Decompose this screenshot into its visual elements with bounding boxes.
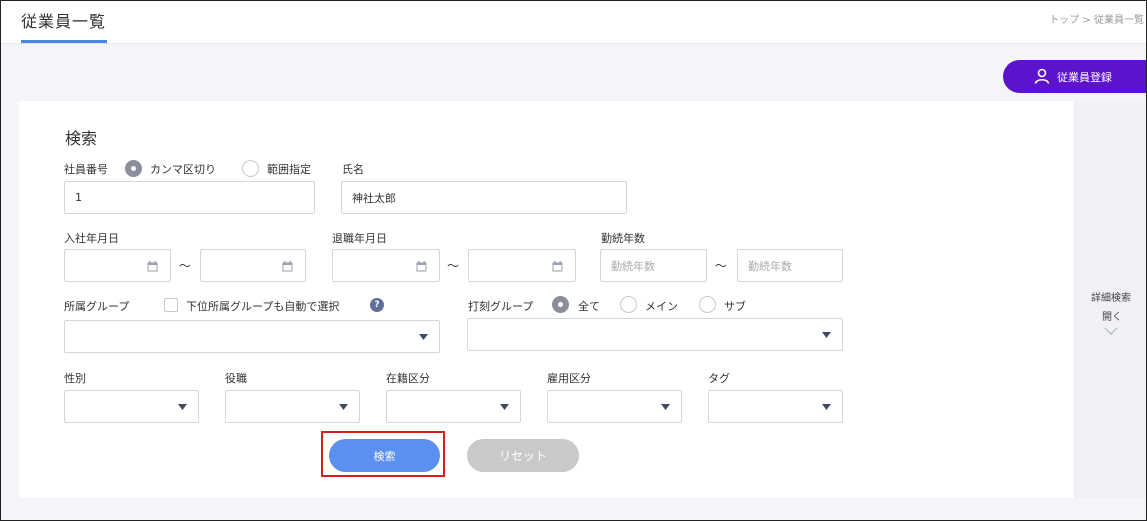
dropdown-arrow-icon xyxy=(166,391,198,422)
join-date-label: 入社年月日 xyxy=(64,232,119,245)
radio-punch-sub-label: サブ xyxy=(724,300,746,313)
employee-no-label: 社員番号 xyxy=(64,163,108,176)
radio-range-label: 範囲指定 xyxy=(267,163,311,176)
radio-punch-all[interactable] xyxy=(552,296,569,313)
punch-group-label: 打刻グループ xyxy=(468,300,534,313)
calendar-icon[interactable] xyxy=(282,261,293,272)
leave-date-separator: ～ xyxy=(447,259,460,273)
tag-label: タグ xyxy=(708,372,730,385)
enroll-status-select[interactable] xyxy=(386,390,521,423)
search-button[interactable]: 検索 xyxy=(329,439,440,472)
enroll-status-label: 在籍区分 xyxy=(386,372,430,385)
leave-date-to-input[interactable] xyxy=(468,249,576,282)
dropdown-arrow-icon xyxy=(407,321,439,352)
detail-search-toggle[interactable]: 詳細検索 開く xyxy=(1074,101,1146,498)
position-select[interactable] xyxy=(225,390,360,423)
years-from-placeholder: 勤続年数 xyxy=(611,259,655,273)
dropdown-arrow-icon xyxy=(810,319,842,350)
search-title: 検索 xyxy=(65,129,98,148)
name-input[interactable]: 神社太郎 xyxy=(341,181,627,214)
years-to-input[interactable]: 勤続年数 xyxy=(737,249,843,282)
help-icon[interactable]: ? xyxy=(370,298,384,312)
user-icon xyxy=(1034,68,1050,84)
years-label: 勤続年数 xyxy=(601,232,645,245)
open-label: 開く xyxy=(1102,312,1122,323)
employment-type-label: 雇用区分 xyxy=(547,372,591,385)
employee-no-value: 1 xyxy=(75,191,82,204)
radio-punch-main[interactable] xyxy=(620,296,637,313)
radio-punch-all-label: 全て xyxy=(578,300,600,313)
group-select[interactable] xyxy=(64,320,440,353)
sub-group-checkbox-label: 下位所属グループも自動で選択 xyxy=(186,300,340,313)
join-date-separator: ～ xyxy=(179,259,192,273)
radio-comma-label: カンマ区切り xyxy=(150,163,216,176)
years-separator: ～ xyxy=(715,259,728,273)
calendar-icon[interactable] xyxy=(147,261,158,272)
join-date-from-input[interactable] xyxy=(64,249,171,282)
page-title: 従業員一覧 xyxy=(21,12,107,31)
register-employee-label: 従業員登録 xyxy=(1057,70,1112,84)
years-from-input[interactable]: 勤続年数 xyxy=(600,249,707,282)
group-label: 所属グループ xyxy=(64,300,130,313)
tag-select[interactable] xyxy=(708,390,843,423)
reset-button[interactable]: リセット xyxy=(467,439,579,472)
top-bar: 従業員一覧 トップ > 従業員一覧 xyxy=(1,1,1146,44)
employment-type-select[interactable] xyxy=(547,390,682,423)
employee-no-input[interactable]: 1 xyxy=(64,181,315,214)
dropdown-arrow-icon xyxy=(327,391,359,422)
join-date-to-input[interactable] xyxy=(200,249,306,282)
sub-group-checkbox[interactable] xyxy=(164,298,178,312)
dropdown-arrow-icon xyxy=(649,391,681,422)
gender-select[interactable] xyxy=(64,390,199,423)
calendar-icon[interactable] xyxy=(416,261,427,272)
name-label: 氏名 xyxy=(342,163,364,176)
detail-search-label: 詳細検索 xyxy=(1091,293,1131,304)
radio-comma-separated[interactable] xyxy=(125,160,142,177)
dropdown-arrow-icon xyxy=(810,391,842,422)
app-frame: 従業員一覧 トップ > 従業員一覧 従業員登録 詳細検索 開く 検索 社員番号 … xyxy=(0,0,1147,521)
punch-group-select[interactable] xyxy=(467,318,843,351)
active-tab-underline xyxy=(21,40,107,43)
gender-label: 性別 xyxy=(64,372,86,385)
radio-range[interactable] xyxy=(242,160,259,177)
years-to-placeholder: 勤続年数 xyxy=(748,259,792,273)
radio-punch-main-label: メイン xyxy=(645,300,678,313)
dropdown-arrow-icon xyxy=(488,391,520,422)
breadcrumb[interactable]: トップ > 従業員一覧 xyxy=(1049,11,1144,26)
chevron-down-icon xyxy=(1104,327,1118,335)
calendar-icon[interactable] xyxy=(552,261,563,272)
name-value: 神社太郎 xyxy=(352,191,396,205)
leave-date-from-input[interactable] xyxy=(332,249,440,282)
register-employee-button[interactable]: 従業員登録 xyxy=(1003,60,1146,93)
position-label: 役職 xyxy=(225,372,247,385)
radio-punch-sub[interactable] xyxy=(699,296,716,313)
leave-date-label: 退職年月日 xyxy=(332,232,387,245)
